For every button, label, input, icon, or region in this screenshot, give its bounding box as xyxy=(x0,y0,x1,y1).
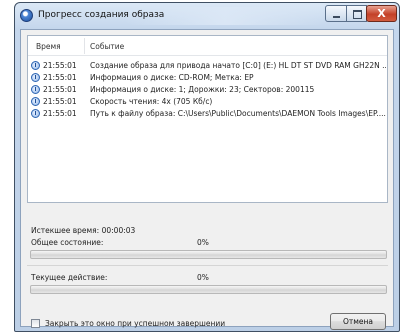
log-row-time: 21:55:01 xyxy=(43,97,77,106)
log-row-time: 21:55:01 xyxy=(43,73,77,82)
log-row-event: Создание образа для привода начато [C:0]… xyxy=(90,61,386,70)
minimize-button[interactable] xyxy=(325,5,347,22)
overall-percent: 0% xyxy=(197,238,209,247)
cancel-button[interactable]: Отмена xyxy=(330,313,386,330)
close-on-success-label[interactable]: Закрыть это окно при успешном завершении xyxy=(45,319,225,328)
overall-progress-bar xyxy=(30,250,387,259)
log-row-event: Скорость чтения: 4x (705 Кб/с) xyxy=(90,97,213,106)
daemon-tools-icon xyxy=(20,9,33,22)
log-row-event: Информация о диске: 1; Дорожки: 23; Сект… xyxy=(90,85,315,94)
log-row-event: Путь к файлу образа: C:\Users\Public\Doc… xyxy=(90,109,386,118)
log-row[interactable]: 21:55:01 Информация о диске: 1; Дорожки:… xyxy=(28,84,387,96)
close-button[interactable]: X xyxy=(366,5,397,22)
log-row[interactable]: 21:55:01 Информация о диске: CD-ROM; Мет… xyxy=(28,72,387,84)
info-clock-icon xyxy=(31,85,40,94)
maximize-button[interactable] xyxy=(346,5,367,22)
log-header: Время Событие xyxy=(28,36,387,56)
column-divider[interactable] xyxy=(84,38,85,54)
close-icon: X xyxy=(377,7,386,20)
log-row-time: 21:55:01 xyxy=(43,85,77,94)
log-row-event: Информация о диске: CD-ROM; Метка: EP xyxy=(90,73,254,82)
column-header-event[interactable]: Событие xyxy=(90,42,124,51)
log-row-time: 21:55:01 xyxy=(43,61,77,70)
log-row[interactable]: 21:55:01 Путь к файлу образа: C:\Users\P… xyxy=(28,108,387,120)
info-clock-icon xyxy=(31,61,40,70)
log-row[interactable]: 21:55:01 Создание образа для привода нач… xyxy=(28,60,387,72)
dialog-body: Время Событие 21:55:01 Создание образа д… xyxy=(20,29,394,327)
divider xyxy=(27,265,388,266)
elapsed-time-label: Истекшее время: 00:00:03 xyxy=(31,226,136,235)
current-percent: 0% xyxy=(197,273,209,282)
title-bar[interactable]: Прогресс создания образа X xyxy=(15,3,399,29)
event-log-list[interactable]: Время Событие 21:55:01 Создание образа д… xyxy=(27,35,388,203)
overall-status-label: Общее состояние: xyxy=(31,238,104,247)
info-clock-icon xyxy=(31,109,40,118)
info-clock-icon xyxy=(31,73,40,82)
window-title: Прогресс создания образа xyxy=(38,10,165,20)
info-clock-icon xyxy=(31,97,40,106)
progress-window: Прогресс создания образа X Время Событие… xyxy=(14,2,400,332)
log-row-time: 21:55:01 xyxy=(43,109,77,118)
log-row[interactable]: 21:55:01 Скорость чтения: 4x (705 Кб/с) xyxy=(28,96,387,108)
close-on-success-checkbox[interactable] xyxy=(31,319,40,328)
current-action-label: Текущее действие: xyxy=(31,273,108,282)
column-header-time[interactable]: Время xyxy=(36,42,61,51)
current-progress-bar xyxy=(30,285,387,294)
